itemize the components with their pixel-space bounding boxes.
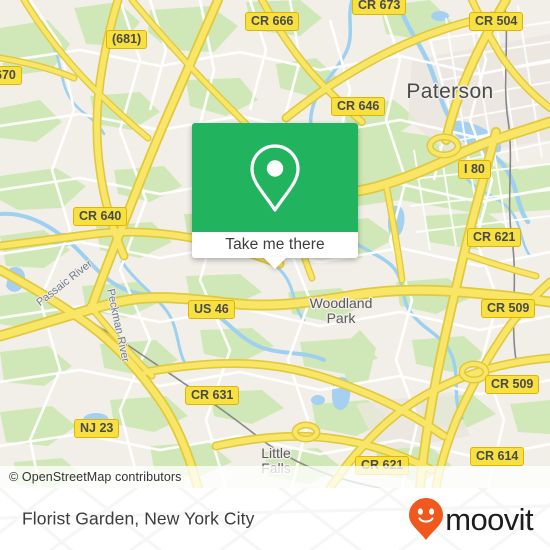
take-me-there-label: Take me there bbox=[225, 236, 325, 253]
road-shield-cr-673[interactable]: CR 673 bbox=[352, 0, 407, 15]
road-shield-us-46[interactable]: US 46 bbox=[188, 300, 235, 319]
road-shield-cr-640[interactable]: CR 640 bbox=[73, 207, 128, 226]
footer-bar: Florist Garden, New York City moovit bbox=[0, 488, 550, 550]
road-shield-cr-621-upper[interactable]: CR 621 bbox=[467, 228, 522, 247]
road-shield-cr-504[interactable]: CR 504 bbox=[469, 12, 524, 31]
card-pointer-tail bbox=[263, 257, 287, 269]
moovit-wordmark: moovit bbox=[445, 501, 533, 537]
card-pin-area bbox=[192, 123, 358, 232]
road-shield-cr-509-lower[interactable]: CR 509 bbox=[485, 375, 540, 394]
moovit-map-screenshot: Passaic River Peckman River Paterson Woo… bbox=[0, 0, 550, 550]
map-attribution: © OpenStreetMap contributors bbox=[0, 466, 550, 488]
road-shield-cr-509-upper[interactable]: CR 509 bbox=[481, 299, 536, 318]
road-shield-cr-631[interactable]: CR 631 bbox=[185, 386, 240, 405]
road-shield-681[interactable]: (681) bbox=[106, 30, 148, 49]
location-title: Florist Garden, New York City bbox=[22, 508, 255, 529]
map-pin-icon bbox=[250, 143, 300, 212]
card-action-area[interactable]: Take me there bbox=[192, 232, 358, 269]
moovit-pin-smiley-icon bbox=[409, 498, 444, 540]
road-shield-i-80[interactable]: I 80 bbox=[458, 160, 491, 179]
moovit-logo[interactable]: moovit bbox=[408, 497, 534, 541]
road-shield-cr-646[interactable]: CR 646 bbox=[331, 97, 386, 116]
road-shield-670[interactable]: 670 bbox=[0, 66, 22, 85]
road-shield-cr-666[interactable]: CR 666 bbox=[245, 12, 300, 31]
road-shield-cr-614[interactable]: CR 614 bbox=[470, 447, 525, 466]
take-me-there-card[interactable]: Take me there bbox=[192, 123, 358, 269]
road-shield-nj-23[interactable]: NJ 23 bbox=[74, 419, 120, 438]
